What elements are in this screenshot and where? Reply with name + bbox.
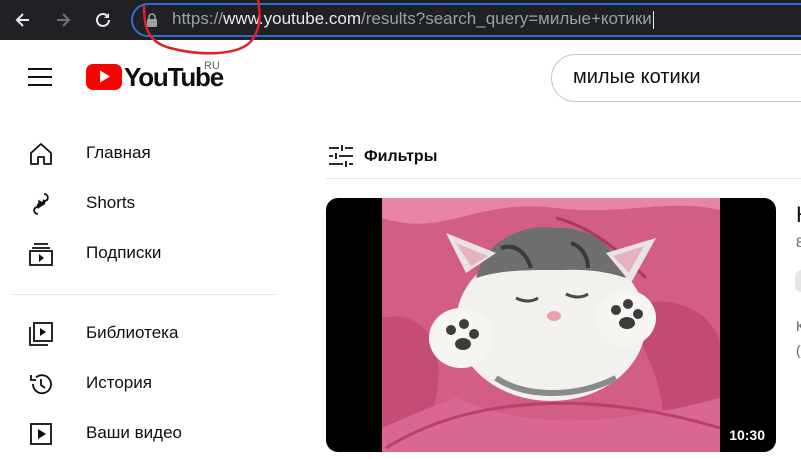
- video-title[interactable]: К: [796, 202, 801, 228]
- reload-icon: [96, 12, 110, 27]
- subscriptions-icon: [29, 243, 53, 266]
- sidebar-item-label: История: [86, 373, 152, 392]
- back-button[interactable]: [9, 6, 37, 34]
- sidebar-item-label: Библиотека: [86, 323, 179, 342]
- filters-label: Фильтры: [364, 148, 438, 165]
- duration-badge: 10:30: [724, 424, 770, 446]
- your-videos-icon: [30, 423, 52, 445]
- sidebar-item-subscriptions[interactable]: Подписки: [0, 229, 290, 279]
- sidebar-item-library[interactable]: Библиотека: [0, 309, 290, 359]
- video-thumbnail[interactable]: 10:30: [326, 198, 776, 452]
- play-logo-icon: [86, 64, 122, 90]
- filter-sliders-icon: [329, 145, 353, 167]
- video-views: 8: [796, 234, 801, 250]
- menu-button[interactable]: [26, 64, 56, 90]
- library-icon: [29, 322, 53, 346]
- youtube-logo[interactable]: [86, 62, 122, 95]
- sidebar-item-label: Ваши видео: [86, 423, 183, 442]
- sidebar-divider: [12, 294, 276, 295]
- arrow-left-icon: [15, 13, 29, 27]
- channel-avatar[interactable]: [795, 270, 801, 292]
- reload-button[interactable]: [89, 6, 117, 34]
- text-caret: [652, 10, 654, 29]
- sidebar-item-shorts[interactable]: Shorts: [0, 179, 290, 229]
- filters-button[interactable]: Фильтры: [326, 140, 446, 174]
- search-query-text: милые котики: [573, 66, 701, 88]
- sidebar-item-label: Shorts: [86, 193, 136, 212]
- sidebar-item-home[interactable]: Главная: [0, 129, 290, 179]
- url-path: /results?search_query=милые+котики: [360, 9, 652, 28]
- sidebar-item-label: Подписки: [86, 243, 162, 262]
- forward-button[interactable]: [49, 6, 77, 34]
- home-icon: [30, 143, 52, 165]
- video-description-line-2: (: [796, 342, 801, 358]
- hamburger-icon: [28, 68, 52, 86]
- shorts-icon: [33, 193, 49, 215]
- sidebar-item-your-videos[interactable]: Ваши видео: [0, 409, 290, 459]
- region-code: RU: [204, 60, 220, 72]
- filters-divider: [326, 178, 801, 179]
- history-icon: [30, 374, 52, 395]
- sidebar-item-history[interactable]: История: [0, 359, 290, 409]
- red-annotation-mark: [142, 0, 261, 55]
- kitten-thumbnail-image: [382, 198, 721, 452]
- sidebar-item-label: Главная: [86, 143, 151, 162]
- arrow-right-icon: [57, 13, 71, 27]
- video-description: К: [796, 318, 801, 334]
